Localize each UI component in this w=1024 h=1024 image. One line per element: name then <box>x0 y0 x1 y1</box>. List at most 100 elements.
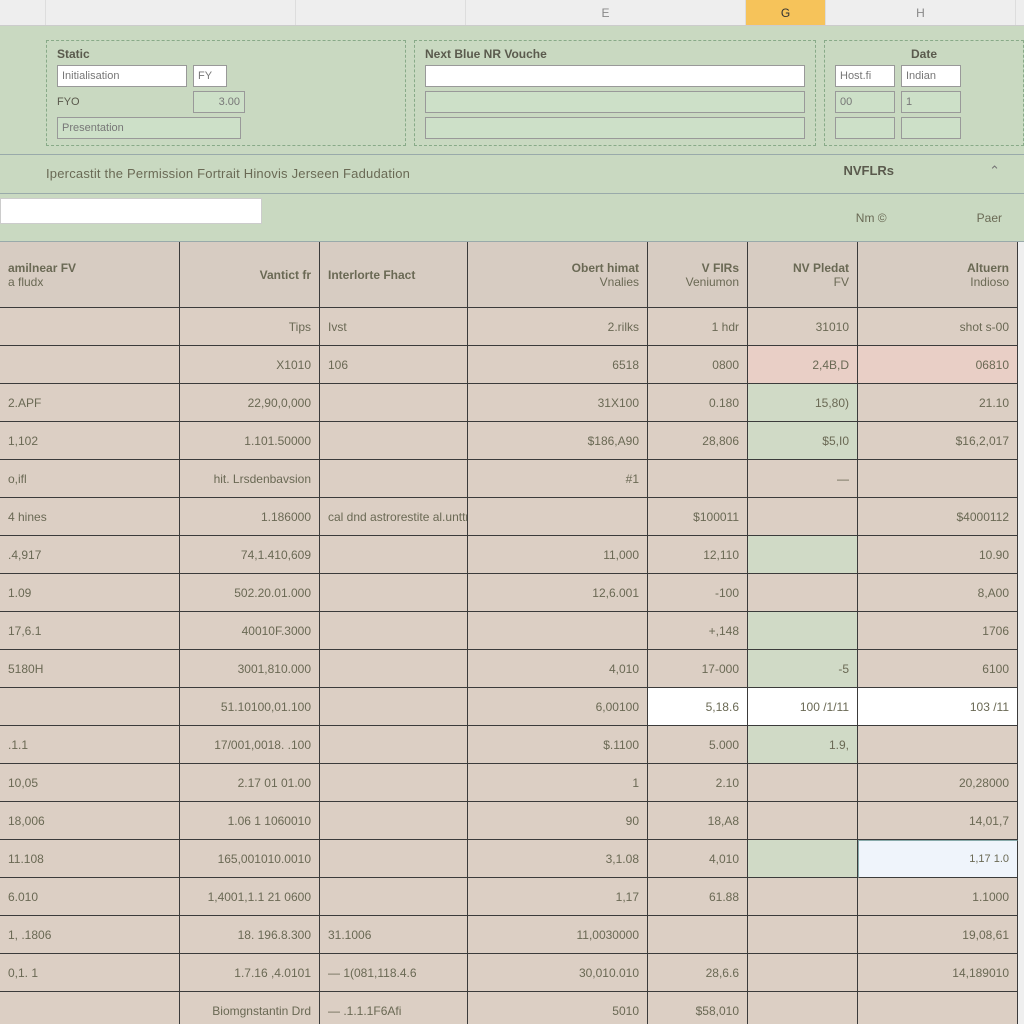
grid-cell[interactable]: 0,1. 1 <box>0 954 180 992</box>
grid-cell[interactable]: 1.1000 <box>858 878 1018 916</box>
grid-column-header[interactable]: V FIRsVeniumon <box>648 242 748 308</box>
grid-cell[interactable]: — .1.1.1F6Afi <box>320 992 468 1024</box>
grid-cell[interactable]: 4,010 <box>468 650 648 688</box>
grid-cell[interactable]: 11.108 <box>0 840 180 878</box>
grid-cell[interactable]: 31X100 <box>468 384 648 422</box>
grid-cell[interactable]: -5 <box>748 650 858 688</box>
grid-cell[interactable]: 2,4B,D <box>748 346 858 384</box>
grid-cell[interactable] <box>858 460 1018 498</box>
grid-cell[interactable]: shot s-00 <box>858 308 1018 346</box>
grid-cell[interactable] <box>748 992 858 1024</box>
grid-cell[interactable]: Biomgnstantin Drd <box>180 992 320 1024</box>
grid-cell[interactable]: 28,806 <box>648 422 748 460</box>
grid-cell[interactable]: 4,010 <box>648 840 748 878</box>
grid-cell[interactable]: 18,A8 <box>648 802 748 840</box>
grid-cell[interactable]: 18,006 <box>0 802 180 840</box>
date-v3[interactable] <box>835 117 895 139</box>
grid-cell[interactable]: 12,110 <box>648 536 748 574</box>
grid-cell[interactable]: 51.10100,01.100 <box>180 688 320 726</box>
column-letter-bar[interactable]: E G H <box>0 0 1024 26</box>
grid-cell[interactable] <box>0 992 180 1024</box>
grid-cell[interactable]: $5,I0 <box>748 422 858 460</box>
grid-cell[interactable]: 2.17 01 01.00 <box>180 764 320 802</box>
grid-cell[interactable]: -100 <box>648 574 748 612</box>
grid-cell[interactable] <box>748 498 858 536</box>
col-header-c[interactable] <box>296 0 466 25</box>
grid-cell[interactable] <box>320 802 468 840</box>
grid-cell[interactable] <box>320 384 468 422</box>
grid-cell[interactable]: 10.90 <box>858 536 1018 574</box>
grid-cell[interactable]: $100011 <box>648 498 748 536</box>
grid-cell[interactable]: 12,6.001 <box>468 574 648 612</box>
grid-cell[interactable] <box>468 498 648 536</box>
grid-cell[interactable]: $4000112 <box>858 498 1018 536</box>
grid-cell[interactable] <box>0 346 180 384</box>
grid-cell[interactable]: Tips <box>180 308 320 346</box>
grid-cell[interactable]: #1 <box>468 460 648 498</box>
static-presentation[interactable] <box>57 117 241 139</box>
grid-cell[interactable]: $.1100 <box>468 726 648 764</box>
grid-cell[interactable] <box>858 992 1018 1024</box>
grid-cell[interactable] <box>320 726 468 764</box>
grid-cell[interactable]: o,ifl <box>0 460 180 498</box>
grid-cell[interactable]: 1.06 1 1060010 <box>180 802 320 840</box>
grid-cell[interactable]: 10,05 <box>0 764 180 802</box>
grid-cell[interactable]: 3,1.08 <box>468 840 648 878</box>
grid-cell[interactable]: 1,17 <box>468 878 648 916</box>
grid-cell[interactable]: 28,6.6 <box>648 954 748 992</box>
col-header-h[interactable]: H <box>826 0 1016 25</box>
grid-cell[interactable] <box>320 688 468 726</box>
grid-cell[interactable]: 1.101.50000 <box>180 422 320 460</box>
grid-cell[interactable]: cal dnd astrorestite al.unttritiin VL6fl… <box>320 498 468 536</box>
grid-cell[interactable]: 6518 <box>468 346 648 384</box>
grid-column-header[interactable]: NV PledatFV <box>748 242 858 308</box>
grid-cell[interactable]: $16,2,017 <box>858 422 1018 460</box>
grid-cell[interactable]: 2.10 <box>648 764 748 802</box>
date-v1[interactable] <box>835 91 895 113</box>
grid-cell[interactable]: 5180H <box>0 650 180 688</box>
grid-cell[interactable]: 31010 <box>748 308 858 346</box>
grid-cell[interactable]: 17,6.1 <box>0 612 180 650</box>
grid-cell[interactable]: 6,00100 <box>468 688 648 726</box>
grid-column-header[interactable]: Vantict fr <box>180 242 320 308</box>
grid-cell[interactable]: .4,917 <box>0 536 180 574</box>
grid-cell[interactable]: $186,A90 <box>468 422 648 460</box>
date-v4[interactable] <box>901 117 961 139</box>
grid-cell[interactable]: 22,90,0,000 <box>180 384 320 422</box>
grid-cell[interactable] <box>648 916 748 954</box>
grid-cell[interactable] <box>748 764 858 802</box>
col-header-e[interactable]: E <box>466 0 746 25</box>
grid-cell[interactable]: 15,80) <box>748 384 858 422</box>
grid-cell[interactable] <box>0 688 180 726</box>
col-header-g[interactable]: G <box>746 0 826 25</box>
grid-cell[interactable] <box>320 536 468 574</box>
grid-cell[interactable]: 0800 <box>648 346 748 384</box>
date-v2[interactable] <box>901 91 961 113</box>
grid-cell[interactable] <box>320 460 468 498</box>
grid-cell[interactable]: 165,001010.0010 <box>180 840 320 878</box>
grid-cell[interactable]: 100 /1/11 <box>748 688 858 726</box>
selection-box[interactable] <box>0 198 262 224</box>
grid-cell[interactable] <box>320 878 468 916</box>
grid-column-header[interactable]: AltuernIndioso <box>858 242 1018 308</box>
grid-cell[interactable]: 502.20.01.000 <box>180 574 320 612</box>
grid-cell[interactable]: 14,189010 <box>858 954 1018 992</box>
grid-cell[interactable]: 1.186000 <box>180 498 320 536</box>
voucher-line2[interactable] <box>425 91 805 113</box>
grid-cell[interactable] <box>748 878 858 916</box>
grid-column-header[interactable]: Obert himatVnalies <box>468 242 648 308</box>
grid-cell[interactable] <box>468 612 648 650</box>
grid-cell[interactable] <box>748 536 858 574</box>
grid-cell[interactable]: 06810 <box>858 346 1018 384</box>
grid-cell[interactable]: 11,000 <box>468 536 648 574</box>
collapse-icon[interactable]: ⌃ <box>989 163 1000 179</box>
grid-cell[interactable] <box>748 802 858 840</box>
grid-cell[interactable]: 14,01,7 <box>858 802 1018 840</box>
grid-cell[interactable]: 1,102 <box>0 422 180 460</box>
grid-cell[interactable] <box>748 612 858 650</box>
grid-cell[interactable]: hit. Lrsdenbavsion <box>180 460 320 498</box>
grid-cell[interactable]: 31.1006 <box>320 916 468 954</box>
grid-cell[interactable]: $58,010 <box>648 992 748 1024</box>
date-indian[interactable] <box>901 65 961 87</box>
grid-cell[interactable]: 20,28000 <box>858 764 1018 802</box>
